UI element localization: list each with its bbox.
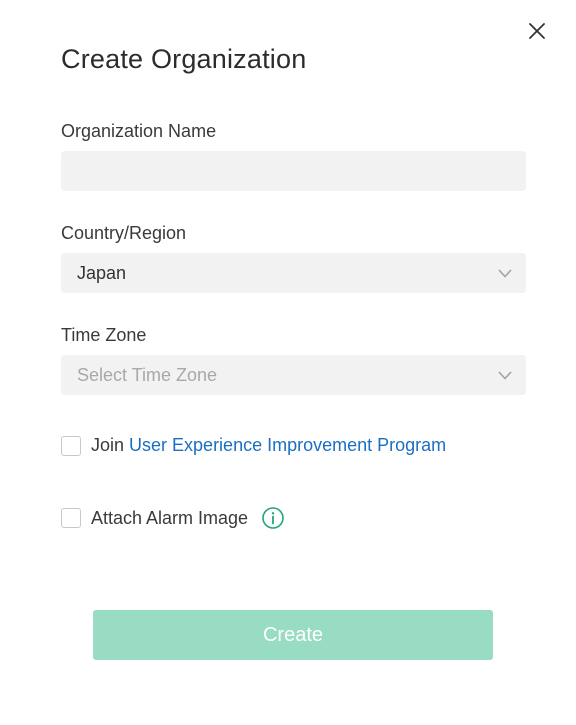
country-region-select[interactable]: Japan bbox=[61, 253, 526, 293]
join-program-prefix: Join bbox=[91, 435, 125, 455]
info-icon[interactable] bbox=[261, 506, 285, 530]
create-organization-dialog: Create Organization Organization Name Co… bbox=[0, 0, 576, 725]
attach-alarm-row: Attach Alarm Image bbox=[61, 506, 285, 530]
time-zone-select[interactable]: Select Time Zone bbox=[61, 355, 526, 395]
attach-alarm-label: Attach Alarm Image bbox=[91, 507, 249, 528]
organization-name-input[interactable] bbox=[61, 151, 526, 191]
chevron-down-icon bbox=[498, 268, 512, 278]
close-button[interactable] bbox=[524, 18, 550, 44]
country-region-label: Country/Region bbox=[61, 223, 187, 243]
close-icon bbox=[529, 23, 545, 39]
time-zone-label: Time Zone bbox=[61, 325, 147, 345]
join-program-row: Join User Experience Improvement Program bbox=[61, 435, 446, 456]
create-button[interactable]: Create bbox=[93, 610, 493, 660]
country-region-value: Japan bbox=[77, 262, 127, 283]
user-experience-program-link[interactable]: User Experience Improvement Program bbox=[129, 435, 446, 456]
chevron-down-icon bbox=[498, 370, 512, 380]
attach-alarm-checkbox[interactable] bbox=[61, 508, 81, 528]
organization-name-label: Organization Name bbox=[61, 121, 217, 141]
time-zone-placeholder: Select Time Zone bbox=[77, 364, 218, 385]
dialog-title: Create Organization bbox=[61, 44, 307, 74]
join-program-checkbox[interactable] bbox=[61, 435, 81, 456]
